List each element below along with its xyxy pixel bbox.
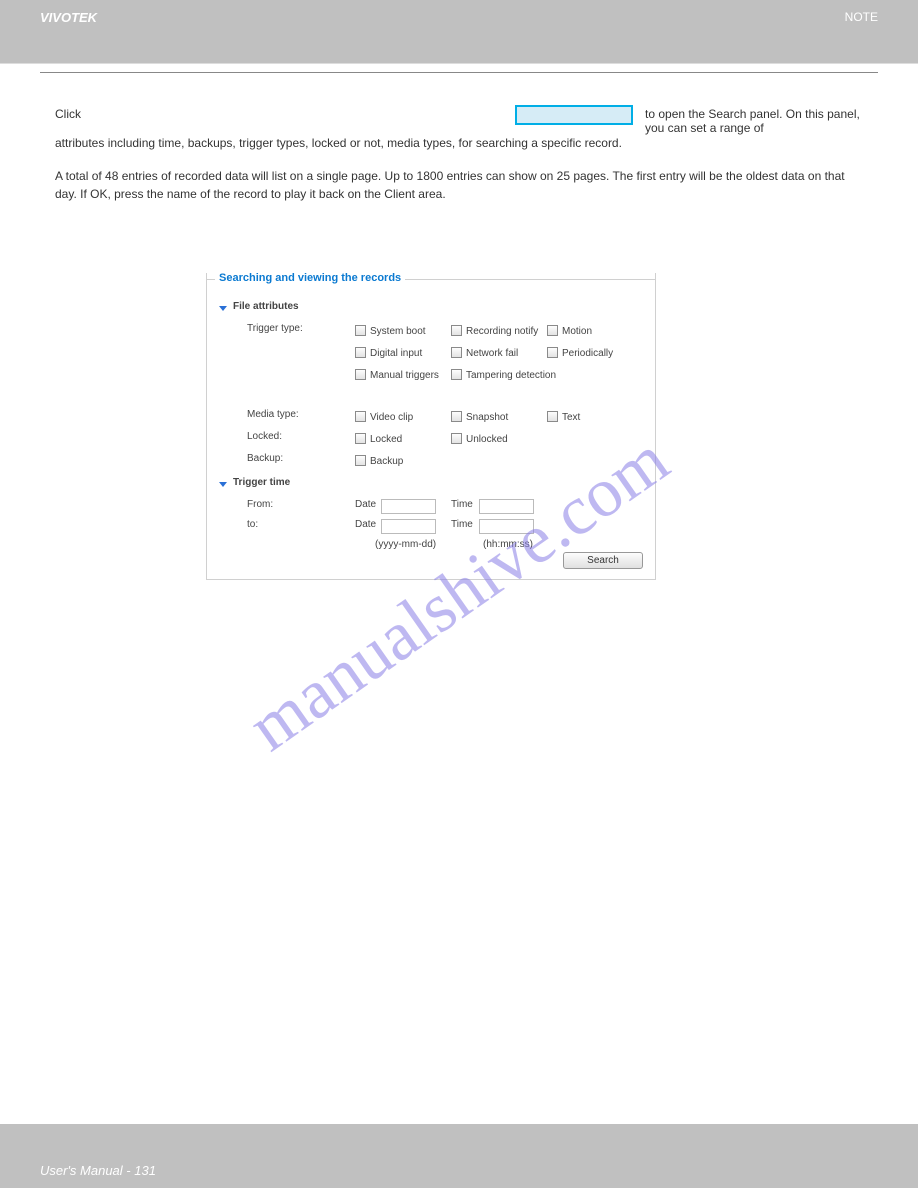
label-from: From: bbox=[247, 499, 273, 510]
section-file-attributes: File attributes bbox=[233, 301, 299, 312]
checkbox-text[interactable] bbox=[547, 411, 558, 422]
search-button[interactable]: Search bbox=[563, 552, 643, 569]
label-date-to: Date bbox=[355, 519, 376, 530]
label-time-from: Time bbox=[451, 499, 473, 510]
section-trigger-time: Trigger time bbox=[233, 477, 290, 488]
label-date-from: Date bbox=[355, 499, 376, 510]
label-trigger-type: Trigger type: bbox=[247, 323, 303, 334]
chevron-down-icon[interactable] bbox=[219, 301, 230, 315]
checkbox-unlocked[interactable] bbox=[451, 433, 462, 444]
checkbox-backup[interactable] bbox=[355, 455, 366, 466]
chevron-down-icon[interactable] bbox=[219, 477, 230, 491]
label-unlocked: Unlocked bbox=[466, 434, 508, 445]
panel-legend: Searching and viewing the records bbox=[215, 272, 405, 284]
advanced-search-row: Click to open the Search panel. On this … bbox=[55, 107, 863, 121]
checkbox-video-clip[interactable] bbox=[355, 411, 366, 422]
label-locked-cb: Locked bbox=[370, 434, 402, 445]
checkbox-recording-notify[interactable] bbox=[451, 325, 462, 336]
label-digital-input: Digital input bbox=[370, 348, 422, 359]
checkbox-locked[interactable] bbox=[355, 433, 366, 444]
checkbox-motion[interactable] bbox=[547, 325, 558, 336]
body-text: attributes including time, backups, trig… bbox=[55, 135, 863, 219]
header-divider bbox=[40, 72, 878, 73]
adv-prefix: Click bbox=[55, 107, 81, 121]
label-media-type: Media type: bbox=[247, 409, 299, 420]
label-date-format: (yyyy-mm-dd) bbox=[375, 539, 436, 550]
input-to-time[interactable] bbox=[479, 519, 534, 534]
label-recording-notify: Recording notify bbox=[466, 326, 538, 337]
label-time-format: (hh:mm:ss) bbox=[483, 539, 533, 550]
brand: VIVOTEK bbox=[40, 10, 97, 25]
label-backup: Backup: bbox=[247, 453, 283, 464]
label-locked: Locked: bbox=[247, 431, 282, 442]
advanced-search-button[interactable] bbox=[515, 105, 633, 125]
page-header: VIVOTEK NOTE bbox=[0, 0, 918, 64]
page-footer: User's Manual - 131 bbox=[0, 1124, 918, 1188]
checkbox-tampering[interactable] bbox=[451, 369, 462, 380]
label-snapshot: Snapshot bbox=[466, 412, 508, 423]
input-from-time[interactable] bbox=[479, 499, 534, 514]
header-right: NOTE bbox=[845, 10, 878, 24]
label-time-to: Time bbox=[451, 519, 473, 530]
label-system-boot: System boot bbox=[370, 326, 426, 337]
checkbox-manual-triggers[interactable] bbox=[355, 369, 366, 380]
label-to: to: bbox=[247, 519, 258, 530]
label-video-clip: Video clip bbox=[370, 412, 413, 423]
checkbox-system-boot[interactable] bbox=[355, 325, 366, 336]
input-from-date[interactable] bbox=[381, 499, 436, 514]
checkbox-digital-input[interactable] bbox=[355, 347, 366, 358]
checkbox-network-fail[interactable] bbox=[451, 347, 462, 358]
body-p1: attributes including time, backups, trig… bbox=[55, 135, 863, 152]
label-text: Text bbox=[562, 412, 580, 423]
checkbox-snapshot[interactable] bbox=[451, 411, 462, 422]
label-backup-cb: Backup bbox=[370, 456, 403, 467]
input-to-date[interactable] bbox=[381, 519, 436, 534]
search-panel: Searching and viewing the records File a… bbox=[206, 273, 656, 580]
label-network-fail: Network fail bbox=[466, 348, 518, 359]
label-manual-triggers: Manual triggers bbox=[370, 370, 439, 381]
label-tampering: Tampering detection bbox=[466, 370, 556, 381]
body-p2: A total of 48 entries of recorded data w… bbox=[55, 168, 863, 203]
checkbox-periodically[interactable] bbox=[547, 347, 558, 358]
adv-suffix: to open the Search panel. On this panel,… bbox=[645, 107, 863, 135]
label-motion: Motion bbox=[562, 326, 592, 337]
footer-left: User's Manual - 131 bbox=[40, 1163, 156, 1178]
label-periodically: Periodically bbox=[562, 348, 613, 359]
